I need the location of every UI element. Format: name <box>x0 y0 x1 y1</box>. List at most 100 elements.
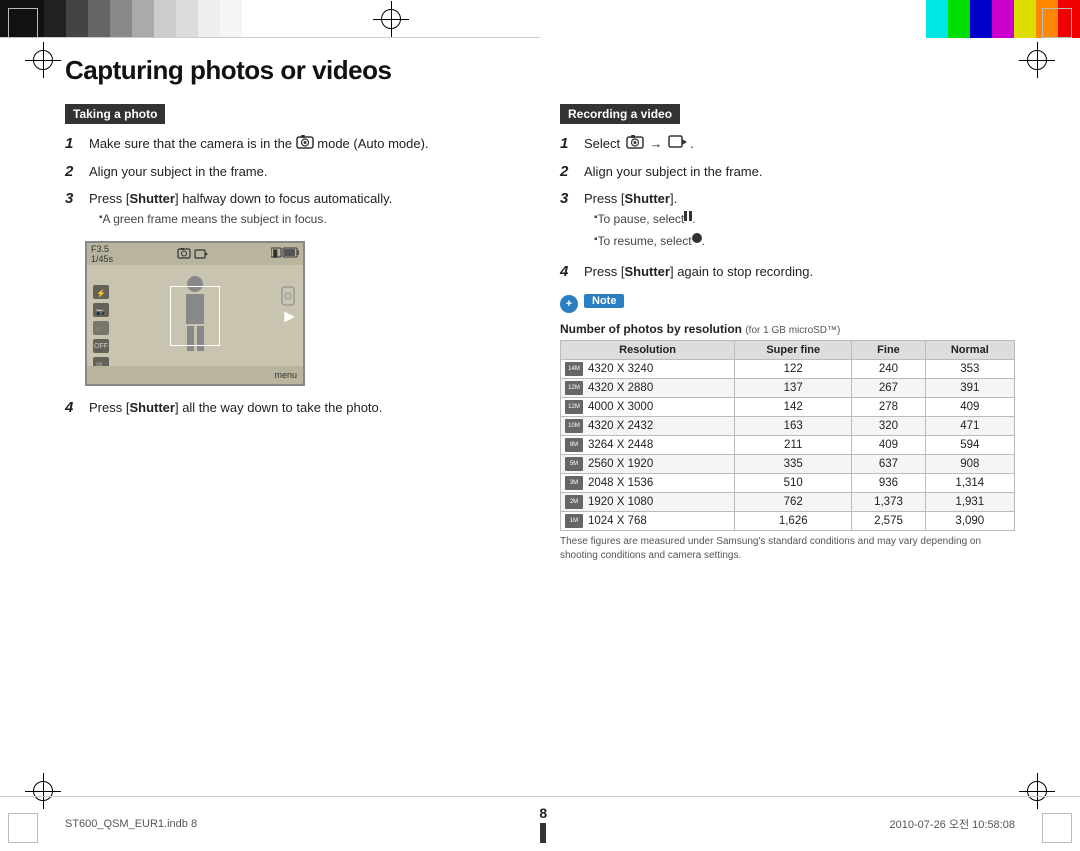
cell-superfine: 163 <box>735 416 852 435</box>
table-title-container: Number of photos by resolution (for 1 GB… <box>560 321 1015 336</box>
rstep-number-4: 4 <box>560 261 580 284</box>
video-icon-inline <box>668 134 688 156</box>
svg-text:▊: ▊ <box>272 249 278 258</box>
lcd-main: ⚡ 📷 ○ OFF ▤ <box>87 265 303 366</box>
stop-icon <box>692 233 702 243</box>
swatch-blue <box>970 0 992 38</box>
cell-normal: 353 <box>925 359 1014 378</box>
swatch-dark <box>44 0 66 37</box>
taking-photo-steps: 1 Make sure that the camera is in the mo… <box>65 134 520 233</box>
swatch-magenta <box>992 0 1014 38</box>
swatch-mid2 <box>110 0 132 37</box>
camera-icon-inline <box>626 134 644 156</box>
lcd-icon-1: ⚡ <box>93 285 109 299</box>
rstep-number-3: 3 <box>560 188 580 211</box>
step-4-list: 4 Press [Shutter] all the way down to ta… <box>65 398 520 420</box>
cell-fine: 637 <box>852 454 925 473</box>
cell-normal: 3,090 <box>925 511 1014 530</box>
swatch-cyan <box>926 0 948 38</box>
focus-box <box>170 286 220 346</box>
step-3: 3 Press [Shutter] halfway down to focus … <box>65 189 520 233</box>
note-box: + Note <box>560 294 1015 313</box>
lcd-bottom-bar: menu <box>87 366 303 384</box>
step-3-text: Press [Shutter] halfway down to focus au… <box>89 189 520 233</box>
table-subtitle: (for 1 GB microSD™) <box>745 325 840 336</box>
lcd-icon-5: ▤ <box>93 357 109 366</box>
page-bar <box>540 823 546 843</box>
cell-fine: 936 <box>852 473 925 492</box>
step-1: 1 Make sure that the camera is in the mo… <box>65 134 520 156</box>
crop-mark-tl <box>8 8 38 38</box>
svg-text:⚡: ⚡ <box>96 288 106 297</box>
cell-resolution: 12M 4320 X 2880 <box>561 378 735 397</box>
swatch-mid1 <box>88 0 110 37</box>
step-number-4: 4 <box>65 397 85 420</box>
crosshair-top-left <box>373 1 409 37</box>
crosshair-top-right-page <box>1019 42 1055 78</box>
footer-left: ST600_QSM_EUR1.indb 8 <box>65 818 197 830</box>
top-bar-right <box>540 0 1080 38</box>
cell-superfine: 211 <box>735 435 852 454</box>
step-3-sub: A green frame means the subject in focus… <box>89 211 520 228</box>
cell-fine: 1,373 <box>852 492 925 511</box>
table-row: 8M 3264 X 2448 211409594 <box>561 435 1015 454</box>
note-label: Note <box>584 294 624 308</box>
cell-superfine: 762 <box>735 492 852 511</box>
page-content: Capturing photos or videos Taking a phot… <box>65 55 1015 791</box>
step-2: 2 Align your subject in the frame. <box>65 162 520 184</box>
step-number-2: 2 <box>65 161 85 184</box>
two-column-layout: Taking a photo 1 Make sure that the came… <box>65 104 1015 563</box>
step-number-1: 1 <box>65 133 85 156</box>
right-section-header: Recording a video <box>560 104 680 124</box>
swatch-lightest <box>198 0 220 37</box>
top-bar <box>0 0 1080 38</box>
cell-fine: 278 <box>852 397 925 416</box>
lcd-info-left: F3.5 1/45s <box>91 244 113 266</box>
svg-text:▤: ▤ <box>96 362 103 366</box>
rstep-1-text: Select → <box>584 134 1015 156</box>
col-fine: Fine <box>852 340 925 359</box>
cell-normal: 471 <box>925 416 1014 435</box>
step-4: 4 Press [Shutter] all the way down to ta… <box>65 398 520 420</box>
page-footer: ST600_QSM_EUR1.indb 8 8 2010-07-26 오전 10… <box>0 796 1080 851</box>
swatch-yellow <box>1014 0 1036 38</box>
rstep-3-sub: To pause, select . To resume, select . <box>584 211 1015 251</box>
table-title: Number of photos by resolution (for 1 GB… <box>560 322 840 336</box>
cell-fine: 240 <box>852 359 925 378</box>
table-row: 3M 2048 X 1536 5109361,314 <box>561 473 1015 492</box>
cell-resolution: 1M 1024 X 768 <box>561 511 735 530</box>
crosshair-top-left-page <box>25 42 61 78</box>
cell-superfine: 142 <box>735 397 852 416</box>
step-4-text: Press [Shutter] all the way down to take… <box>89 398 520 418</box>
swatch-light2 <box>154 0 176 37</box>
lcd-menu-text: menu <box>274 370 297 380</box>
lcd-icon-4: OFF <box>93 339 109 353</box>
crop-mark-tr <box>1042 8 1072 38</box>
cell-normal: 1,314 <box>925 473 1014 492</box>
col-resolution: Resolution <box>561 340 735 359</box>
cell-resolution: 10M 4320 X 2432 <box>561 416 735 435</box>
cell-resolution: 3M 2048 X 1536 <box>561 473 735 492</box>
swatch-light1 <box>132 0 154 37</box>
footer-center: 8 <box>539 805 547 843</box>
cell-superfine: 137 <box>735 378 852 397</box>
table-row: 10M 4320 X 2432 163320471 <box>561 416 1015 435</box>
rstep-1: 1 Select → <box>560 134 1015 156</box>
cell-fine: 409 <box>852 435 925 454</box>
lcd-icon-2: 📷 <box>93 303 109 317</box>
right-column: Recording a video 1 Select <box>560 104 1015 563</box>
pause-icon <box>684 211 692 221</box>
cell-normal: 908 <box>925 454 1014 473</box>
camera-lcd: F3.5 1/45s <box>85 241 305 386</box>
lcd-info-center <box>177 248 208 260</box>
cell-resolution: 8M 3264 X 2448 <box>561 435 735 454</box>
step-1-text: Make sure that the camera is in the mode… <box>89 134 520 156</box>
rsub-1: To pause, select . <box>594 211 1015 228</box>
cell-resolution: 12M 4000 X 3000 <box>561 397 735 416</box>
table-row: 2M 1920 X 1080 7621,3731,931 <box>561 492 1015 511</box>
camera-mode-icon <box>296 134 314 156</box>
note-icon: + <box>560 295 578 313</box>
table-header-row: Resolution Super fine Fine Normal <box>561 340 1015 359</box>
table-row: 5M 2560 X 1920 335637908 <box>561 454 1015 473</box>
footer-right: 2010-07-26 오전 10:58:08 <box>890 816 1015 832</box>
